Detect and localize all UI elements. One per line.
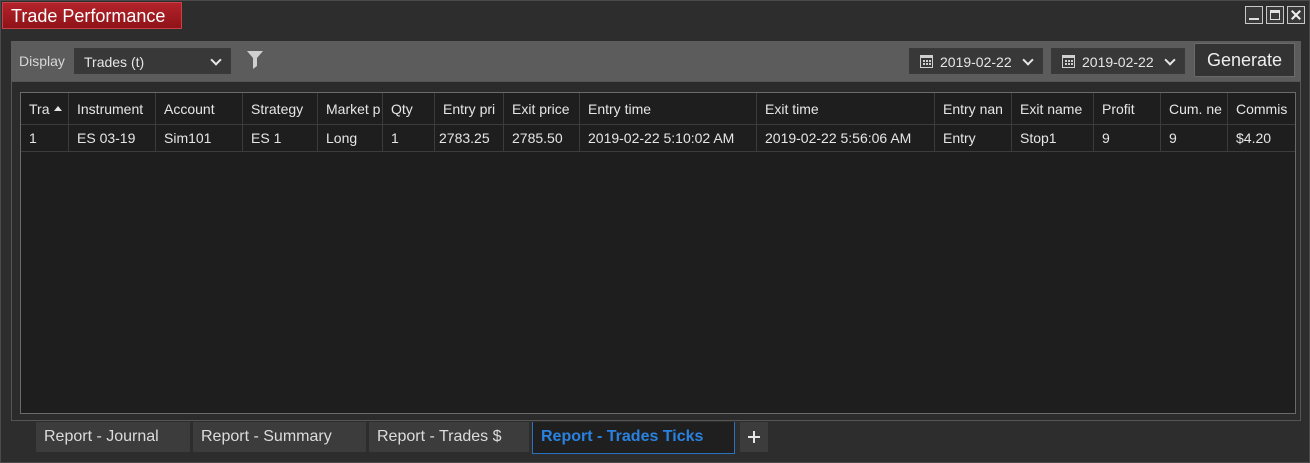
column-header-exit-name[interactable]: Exit name [1012, 93, 1094, 125]
chevron-down-icon [210, 54, 222, 66]
cell-strategy: ES 1 [243, 125, 318, 152]
tab-report-summary[interactable]: Report - Summary [193, 422, 366, 452]
cell-commission: $4.20 [1228, 125, 1295, 152]
column-header-instrument[interactable]: Instrument [69, 93, 156, 125]
generate-button[interactable]: Generate [1194, 43, 1295, 77]
window-title: Trade Performance [2, 2, 182, 29]
report-tabs: Report - Journal Report - Summary Report… [36, 422, 768, 454]
column-header-account[interactable]: Account [156, 93, 243, 125]
cell-trade-number: 1 [21, 125, 69, 152]
column-header-cum-net[interactable]: Cum. ne [1161, 93, 1228, 125]
calendar-icon [920, 55, 933, 68]
from-date-picker[interactable]: 2019-02-22 [909, 48, 1043, 74]
window-controls [1245, 6, 1305, 24]
minimize-icon[interactable] [1245, 6, 1263, 24]
column-header-entry-price[interactable]: Entry pri [435, 93, 504, 125]
display-label: Display [19, 53, 65, 69]
filter-icon[interactable] [247, 51, 263, 69]
column-header-exit-price[interactable]: Exit price [504, 93, 580, 125]
cell-market-position: Long [318, 125, 383, 152]
grid-header: Tra Instrument Account Strategy Market p… [21, 93, 1295, 125]
column-header-strategy[interactable]: Strategy [243, 93, 318, 125]
to-date-value: 2019-02-22 [1082, 54, 1154, 70]
plus-icon[interactable] [740, 422, 768, 452]
display-select-value: Trades (t) [84, 54, 145, 70]
cell-cum-net: 9 [1161, 125, 1228, 152]
tab-report-trades-ticks[interactable]: Report - Trades Ticks [532, 422, 735, 454]
table-row[interactable]: 1 ES 03-19 Sim101 ES 1 Long 1 2783.25 27… [21, 125, 1295, 152]
cell-exit-price: 2785.50 [504, 125, 580, 152]
column-header-profit[interactable]: Profit [1094, 93, 1161, 125]
column-header-entry-name[interactable]: Entry nan [935, 93, 1012, 125]
to-date-picker[interactable]: 2019-02-22 [1051, 48, 1185, 74]
tab-report-trades-dollar[interactable]: Report - Trades $ [369, 422, 529, 452]
from-date-value: 2019-02-22 [940, 54, 1012, 70]
title-bar[interactable]: Trade Performance [1, 1, 1309, 30]
cell-qty: 1 [383, 125, 435, 152]
grid-frame: Tra Instrument Account Strategy Market p… [11, 81, 1301, 421]
cell-entry-name: Entry [935, 125, 1012, 152]
trade-performance-window: Trade Performance Display Trades (t) 201… [0, 0, 1310, 463]
column-header-market-position[interactable]: Market p [318, 93, 383, 125]
calendar-icon [1062, 55, 1075, 68]
cell-entry-price: 2783.25 [435, 125, 504, 152]
display-select[interactable]: Trades (t) [74, 48, 231, 74]
column-header-qty[interactable]: Qty [383, 93, 435, 125]
column-header-entry-time[interactable]: Entry time [580, 93, 757, 125]
toolbar: Display Trades (t) 2019-02-22 2019-02-22… [11, 41, 1301, 81]
cell-entry-time: 2019-02-22 5:10:02 AM [580, 125, 757, 152]
maximize-icon[interactable] [1266, 6, 1284, 24]
chevron-down-icon [1164, 54, 1176, 66]
column-header-exit-time[interactable]: Exit time [757, 93, 935, 125]
cell-profit: 9 [1094, 125, 1161, 152]
cell-instrument: ES 03-19 [69, 125, 156, 152]
tab-report-journal[interactable]: Report - Journal [36, 422, 190, 452]
sort-ascending-icon [54, 106, 62, 111]
column-header-trade[interactable]: Tra [21, 93, 69, 125]
cell-exit-name: Stop1 [1012, 125, 1094, 152]
trades-grid[interactable]: Tra Instrument Account Strategy Market p… [20, 92, 1296, 414]
column-header-commission[interactable]: Commis [1228, 93, 1295, 125]
cell-exit-time: 2019-02-22 5:56:06 AM [757, 125, 935, 152]
close-icon[interactable] [1287, 6, 1305, 24]
cell-account: Sim101 [156, 125, 243, 152]
chevron-down-icon [1022, 54, 1034, 66]
